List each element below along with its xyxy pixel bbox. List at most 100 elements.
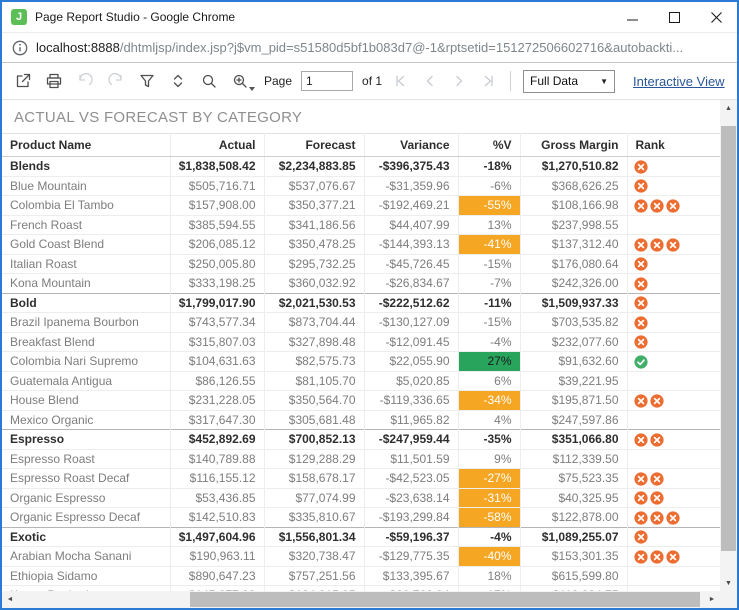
horizontal-scroll-track[interactable] <box>18 591 704 608</box>
minimize-button[interactable] <box>611 2 653 32</box>
cell-gross-margin: $237,998.55 <box>520 215 627 235</box>
cell-percent-variance: -4% <box>458 332 520 352</box>
table-row: Italian Roast$250,005.80$295,732.25-$45,… <box>2 254 720 274</box>
info-icon[interactable] <box>12 40 28 56</box>
cell-forecast: $350,478.25 <box>264 235 364 255</box>
cell-rank <box>627 176 720 196</box>
cell-variance: -$192,469.21 <box>364 196 458 216</box>
cell-actual: $231,228.05 <box>170 391 264 411</box>
vertical-scroll-thumb[interactable] <box>721 126 736 551</box>
cell-forecast: $327,898.48 <box>264 332 364 352</box>
rank-x-icon <box>634 277 648 291</box>
filter-button[interactable] <box>136 70 158 92</box>
cell-product-name: Organic Espresso Decaf <box>2 508 170 528</box>
rank-check-icon <box>634 355 648 369</box>
address-bar[interactable]: localhost:8888/dhtmljsp/index.jsp?j$vm_p… <box>2 32 737 63</box>
close-icon <box>711 12 722 23</box>
last-page-icon <box>479 72 497 90</box>
first-page-button[interactable] <box>391 71 411 91</box>
cell-actual: $206,085.12 <box>170 235 264 255</box>
print-button[interactable] <box>43 70 65 92</box>
vertical-scrollbar[interactable]: ▲ ▼ <box>720 100 737 591</box>
data-mode-select[interactable]: Full Data ▼ <box>523 70 615 93</box>
zoom-button[interactable] <box>229 70 251 92</box>
cell-actual: $157,908.00 <box>170 196 264 216</box>
cell-gross-margin: $75,523.35 <box>520 469 627 489</box>
cell-percent-variance: 9% <box>458 449 520 469</box>
undo-button[interactable] <box>74 70 96 92</box>
table-row: Gold Coast Blend$206,085.12$350,478.25-$… <box>2 235 720 255</box>
cell-gross-margin: $91,632.60 <box>520 352 627 372</box>
cell-product-name: Mexico Organic <box>2 410 170 430</box>
redo-button[interactable] <box>105 70 127 92</box>
scroll-right-arrow[interactable]: ► <box>704 591 720 608</box>
scroll-left-arrow[interactable]: ◄ <box>2 591 18 608</box>
cell-percent-variance: -4% <box>458 527 520 547</box>
cell-rank <box>627 235 720 255</box>
report-toolbar: Page of 1 Full Data ▼ <box>2 63 737 100</box>
cell-percent-variance: -15% <box>458 254 520 274</box>
cell-variance: -$119,336.65 <box>364 391 458 411</box>
page-total-label: of 1 <box>362 74 382 88</box>
cell-product-name: Colombia El Tambo <box>2 196 170 216</box>
rank-x-icon <box>634 511 648 525</box>
column-header-gross-margin: Gross Margin <box>520 134 627 157</box>
horizontal-scrollbar[interactable]: ◄ ► <box>2 591 720 608</box>
maximize-button[interactable] <box>653 2 695 32</box>
toggle-panel-button[interactable] <box>734 70 739 92</box>
maximize-icon <box>669 12 680 23</box>
sort-button[interactable] <box>167 70 189 92</box>
horizontal-scroll-thumb[interactable] <box>190 592 700 607</box>
interactive-view-link[interactable]: Interactive View <box>633 74 725 89</box>
rank-x-icon <box>634 491 648 505</box>
cell-percent-variance: -15% <box>458 313 520 333</box>
scroll-up-arrow[interactable]: ▲ <box>720 100 737 116</box>
export-icon <box>13 71 33 91</box>
vertical-scroll-track[interactable] <box>720 116 737 575</box>
table-row: Brazil Ipanema Bourbon$743,577.34$873,70… <box>2 313 720 333</box>
previous-page-icon <box>421 72 439 90</box>
cell-forecast: $129,288.29 <box>264 449 364 469</box>
previous-page-button[interactable] <box>420 71 440 91</box>
cell-variance: -$12,091.45 <box>364 332 458 352</box>
table-row: Arabian Mocha Sanani$190,963.11$320,738.… <box>2 547 720 567</box>
cell-product-name: Exotic <box>2 527 170 547</box>
rank-x-icon <box>634 160 648 174</box>
cell-product-name: Brazil Ipanema Bourbon <box>2 313 170 333</box>
cell-gross-margin: $112,339.50 <box>520 449 627 469</box>
search-button[interactable] <box>198 70 220 92</box>
cell-gross-margin: $351,066.80 <box>520 430 627 450</box>
page-number-input[interactable] <box>301 71 353 91</box>
column-header-variance: Variance <box>364 134 458 157</box>
cell-actual: $142,510.83 <box>170 508 264 528</box>
rank-x-icon <box>634 394 648 408</box>
cell-product-name: Kona Mountain <box>2 274 170 294</box>
cell-rank <box>627 332 720 352</box>
last-page-button[interactable] <box>478 71 498 91</box>
cell-variance: -$31,359.96 <box>364 176 458 196</box>
table-row: Ethiopia Sidamo$890,647.23$757,251.56$13… <box>2 566 720 586</box>
zoom-icon <box>230 71 250 91</box>
cell-forecast: $350,564.70 <box>264 391 364 411</box>
cell-variance: -$247,959.44 <box>364 430 458 450</box>
close-button[interactable] <box>695 2 737 32</box>
cell-percent-variance: 18% <box>458 566 520 586</box>
cell-percent-variance: -31% <box>458 488 520 508</box>
cell-actual: $1,799,017.90 <box>170 293 264 313</box>
scroll-down-arrow[interactable]: ▼ <box>720 575 737 591</box>
column-header-forecast: Forecast <box>264 134 364 157</box>
cell-rank <box>627 527 720 547</box>
export-button[interactable] <box>12 70 34 92</box>
cell-rank <box>627 313 720 333</box>
cell-percent-variance: -58% <box>458 508 520 528</box>
cell-product-name: Italian Roast <box>2 254 170 274</box>
print-icon <box>44 71 64 91</box>
next-page-button[interactable] <box>449 71 469 91</box>
column-header--v: %V <box>458 134 520 157</box>
cell-product-name: Espresso Roast <box>2 449 170 469</box>
sort-icon <box>168 71 188 91</box>
cell-percent-variance: -40% <box>458 547 520 567</box>
url-text[interactable]: localhost:8888/dhtmljsp/index.jsp?j$vm_p… <box>36 40 727 55</box>
cell-gross-margin: $1,089,255.07 <box>520 527 627 547</box>
cell-product-name: Espresso <box>2 430 170 450</box>
